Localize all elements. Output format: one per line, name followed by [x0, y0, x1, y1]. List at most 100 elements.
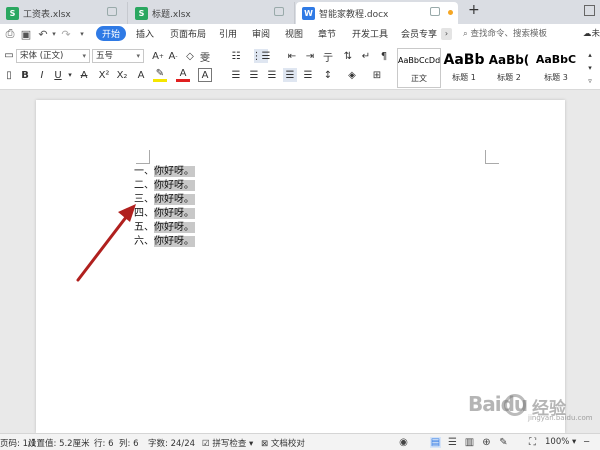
shading-icon[interactable]: ◈	[345, 68, 359, 82]
window-mode-icon[interactable]	[430, 7, 440, 16]
distributed-align-icon[interactable]: ☰	[301, 68, 315, 82]
sort-icon[interactable]: ⇅	[341, 49, 355, 63]
window-mode-icon[interactable]	[274, 7, 284, 16]
new-tab-plus-icon[interactable]: +	[468, 2, 480, 18]
undo-dropdown-icon[interactable]: ▾	[48, 28, 60, 40]
annotation-arrow-icon	[76, 204, 136, 282]
styles-expand-icon[interactable]: ▿	[583, 74, 597, 88]
eye-protection-icon[interactable]: ◉	[398, 437, 409, 448]
menu-view[interactable]: 视图	[285, 27, 303, 40]
style-heading-1[interactable]: AaBb 标题 1	[442, 48, 486, 88]
print-icon[interactable]: ⎙	[4, 27, 16, 40]
page-view-icon[interactable]: ▤	[430, 437, 441, 448]
strikethrough-icon[interactable]: A	[77, 68, 91, 82]
styles-scroll-up-icon[interactable]: ▴	[583, 48, 597, 62]
list-text: 你好呀。	[154, 166, 195, 177]
paw-icon	[504, 394, 526, 416]
command-search[interactable]: ⌕ 查找命令、搜索模板	[463, 27, 547, 39]
char-border-icon[interactable]: A	[198, 68, 212, 82]
grow-font-icon[interactable]: A +	[151, 49, 165, 63]
quick-access-dropdown-icon[interactable]: ▾	[76, 28, 88, 40]
menu-insert[interactable]: 插入	[136, 27, 154, 40]
menu-bar: ⎙ ▣ ↶ ▾ ↷ ▾ 开始 插入 页面布局 引用 审阅 视图 章节 开发工具 …	[0, 24, 600, 44]
font-size-select[interactable]: 五号 ▾	[92, 49, 144, 63]
paste-icon[interactable]: ▭	[2, 48, 16, 62]
font-name-select[interactable]: 宋体 (正文) ▾	[16, 49, 90, 63]
menu-review[interactable]: 审阅	[252, 27, 270, 40]
line-spacing-icon[interactable]: ↕	[321, 68, 335, 82]
menu-more-chevron-icon[interactable]: ›	[441, 28, 452, 40]
zoom-dropdown-icon[interactable]: ▾	[572, 437, 576, 447]
zoom-out-icon[interactable]: −	[583, 437, 590, 447]
style-heading-2[interactable]: AaBb( 标题 2	[487, 48, 531, 88]
status-col: 列: 6	[119, 439, 139, 449]
spell-check-toggle[interactable]: ☑ 拼写检查 ▾	[202, 437, 253, 449]
phonetic-icon[interactable]: 雯	[198, 49, 212, 64]
tab-active-docx[interactable]: W 智能家教程.docx	[296, 2, 458, 24]
menu-member[interactable]: 会员专享	[401, 27, 437, 40]
cloud-sync-status[interactable]: ☁未同	[583, 27, 600, 39]
redo-icon[interactable]: ↷	[60, 28, 72, 41]
window-layout-icon[interactable]	[584, 5, 595, 16]
menu-chapter[interactable]: 章节	[318, 27, 336, 40]
list-text: 你好呀。	[154, 194, 195, 205]
align-right-icon[interactable]: ☰	[265, 68, 279, 82]
style-sample: AaBbC	[535, 53, 577, 66]
format-painter-icon[interactable]: ▯	[2, 68, 16, 82]
write-mode-icon[interactable]: ✎	[498, 437, 509, 448]
menu-developer[interactable]: 开发工具	[352, 27, 388, 40]
spreadsheet-icon: S	[6, 6, 19, 20]
underline-dropdown-icon[interactable]: ▾	[63, 68, 77, 82]
chinese-layout-icon[interactable]: 亍	[321, 49, 335, 64]
list-number: 一、	[134, 166, 154, 177]
style-name: 标题 1	[452, 73, 476, 82]
menu-references[interactable]: 引用	[219, 27, 237, 40]
style-heading-3[interactable]: AaBbC 标题 3	[532, 48, 580, 88]
text-effect-icon[interactable]: A	[134, 68, 148, 82]
outline-view-icon[interactable]: ☰	[447, 437, 458, 448]
baidu-jingyan-watermark: Baidu 经验 jingyan.baidu.com	[468, 392, 593, 424]
show-marks-icon[interactable]: ↵	[359, 49, 373, 63]
list-text: 你好呀。	[154, 180, 195, 191]
paragraph-mark-icon[interactable]: ¶	[377, 49, 391, 63]
tab-title-xlsx[interactable]: S 标题.xlsx	[129, 2, 295, 24]
clear-format-icon[interactable]: ◇	[183, 49, 197, 63]
shrink-font-icon[interactable]: A-	[166, 49, 180, 63]
sync-label: 未同	[591, 29, 600, 39]
tab-salary-xlsx[interactable]: S 工资表.xlsx	[0, 2, 128, 24]
subscript-icon[interactable]: X₂	[115, 68, 129, 82]
bold-icon[interactable]: B	[18, 68, 32, 82]
bulleted-list-icon[interactable]: ☷	[229, 49, 243, 63]
styles-scroll-down-icon[interactable]: ▾	[583, 61, 597, 75]
menu-home[interactable]: 开始	[96, 26, 127, 41]
italic-icon[interactable]: I	[35, 68, 49, 82]
menu-page-layout[interactable]: 页面布局	[170, 27, 206, 40]
superscript-icon[interactable]: X²	[97, 68, 111, 82]
decrease-indent-icon[interactable]: ⇤	[285, 49, 299, 63]
search-placeholder: 查找命令、搜索模板	[470, 29, 547, 39]
reading-view-icon[interactable]: ▥	[464, 437, 475, 448]
status-position[interactable]: 设置值: 5.2厘米	[28, 437, 90, 449]
chevron-down-icon: ▾	[249, 439, 254, 449]
doc-check-button[interactable]: ⊠ 文档校对	[261, 437, 305, 449]
increase-indent-icon[interactable]: ⇥	[303, 49, 317, 63]
save-icon[interactable]: ▣	[20, 28, 32, 41]
borders-icon[interactable]: ⊞	[370, 68, 384, 82]
list-item[interactable]: 二、你好呀。	[134, 179, 195, 193]
window-mode-icon[interactable]	[107, 7, 117, 16]
style-normal[interactable]: AaBbCcDd 正文	[397, 48, 441, 88]
justify-icon[interactable]: ☰	[283, 68, 297, 82]
font-color-icon[interactable]: A	[176, 68, 190, 82]
highlight-color-icon[interactable]: ✎	[153, 68, 167, 82]
status-word-count[interactable]: 字数: 24/24	[148, 437, 195, 449]
chevron-down-icon: ▾	[82, 52, 86, 60]
numbered-list-icon[interactable]: ⋮☰	[252, 49, 270, 63]
spell-check-label: 拼写检查	[212, 439, 247, 449]
align-center-icon[interactable]: ☰	[247, 68, 261, 82]
zoom-level[interactable]: 100%	[545, 437, 569, 447]
list-item[interactable]: 一、你好呀。	[134, 165, 195, 179]
search-icon: ⌕	[463, 29, 468, 39]
web-view-icon[interactable]: ⊕	[481, 437, 492, 448]
fit-page-icon[interactable]: ⛶	[527, 437, 538, 448]
align-left-icon[interactable]: ☰	[229, 68, 243, 82]
